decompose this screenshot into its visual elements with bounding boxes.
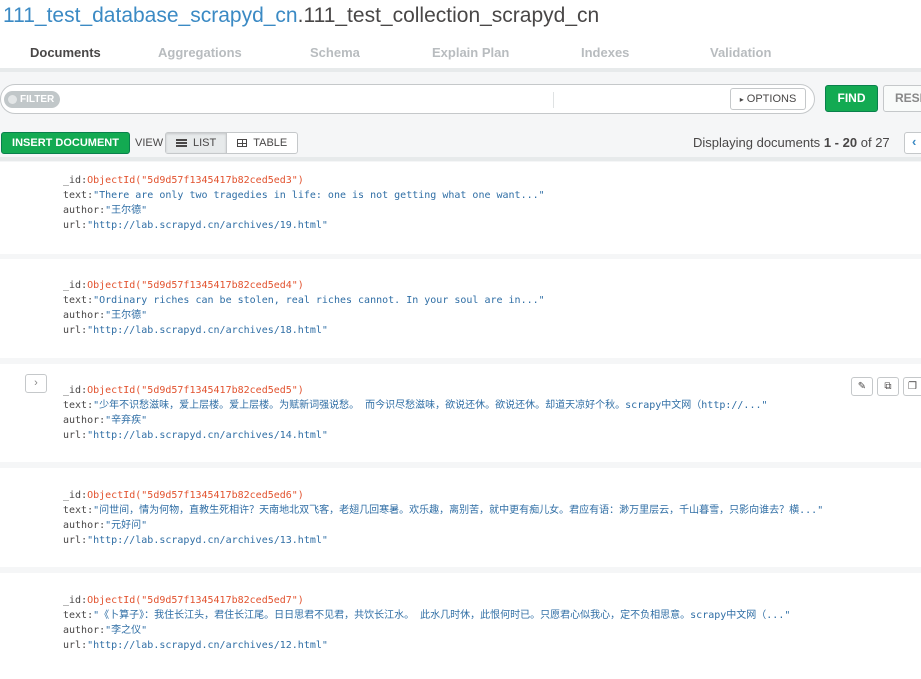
field-key-text: text: [63, 610, 88, 621]
field-key-text: text: [63, 400, 88, 411]
field-value-author: "元好问": [105, 520, 148, 531]
tab-schema[interactable]: Schema: [310, 45, 360, 60]
range-start: 1: [823, 135, 832, 150]
field-value-author: "辛弃疾": [105, 415, 148, 426]
field-value-author: "王尔德": [105, 205, 148, 216]
field-value-id: ObjectId("5d9d57f1345417b82ced5ed7"): [87, 595, 304, 606]
field-value-text: "《卜算子》：我住长江头，君住长江尾。日日思君不见君，共饮长江水。 此水几时休，…: [93, 610, 791, 621]
tab-explain-plan[interactable]: Explain Plan: [432, 45, 509, 60]
insert-document-button[interactable]: INSERT DOCUMENT: [1, 132, 130, 154]
clone-document-button[interactable]: ❐: [903, 377, 921, 396]
field-value-url: "http://lab.scrapyd.cn/archives/13.html": [87, 535, 328, 546]
documents-toolbar: INSERT DOCUMENT VIEW LIST TABLE Displayi…: [0, 129, 921, 157]
range-end: 20: [842, 135, 858, 150]
field-value-id: ObjectId("5d9d57f1345417b82ced5ed6"): [87, 490, 304, 501]
field-key-author: author: [63, 310, 100, 321]
tab-validation[interactable]: Validation: [710, 45, 771, 60]
field-value-author: "王尔德": [105, 310, 148, 321]
field-value-text: "There are only two tragedies in life: o…: [93, 190, 545, 201]
field-key-text: text: [63, 295, 88, 306]
field-key-url: url: [63, 640, 82, 651]
document-card[interactable]: _id:ObjectId("5d9d57f1345417b82ced5ed7")…: [0, 573, 921, 679]
namespace-title: 111_test_database_scrapyd_cn.111_test_co…: [3, 4, 599, 28]
options-button[interactable]: ▸ OPTIONS: [730, 88, 806, 110]
field-value-id: ObjectId("5d9d57f1345417b82ced5ed4"): [87, 280, 304, 291]
field-key-url: url: [63, 430, 82, 441]
total-count: 27: [875, 135, 890, 150]
filter-divider: [553, 92, 554, 108]
field-value-id: ObjectId("5d9d57f1345417b82ced5ed5"): [87, 385, 304, 396]
field-key-url: url: [63, 535, 82, 546]
display-prefix: Displaying documents: [693, 135, 821, 150]
field-value-text: "少年不识愁滋味，爱上层楼。爱上层楼。为赋新词强说愁。 而今识尽愁滋味，欲说还休…: [93, 400, 768, 411]
copy-icon: ⧉: [884, 381, 892, 392]
field-value-id: ObjectId("5d9d57f1345417b82ced5ed3"): [87, 175, 304, 186]
filter-badge: FILTER: [4, 91, 61, 108]
document-card[interactable]: _id:ObjectId("5d9d57f1345417b82ced5ed4")…: [0, 259, 921, 358]
copy-document-button[interactable]: ⧉: [877, 377, 899, 396]
field-key-url: url: [63, 220, 82, 231]
field-key-id: _id: [63, 595, 82, 606]
document-card[interactable]: _id:ObjectId("5d9d57f1345417b82ced5ed3")…: [0, 162, 921, 254]
tabs-divider: [0, 68, 921, 72]
toolbar-divider: [0, 157, 921, 161]
field-value-url: "http://lab.scrapyd.cn/archives/12.html": [87, 640, 328, 651]
pagination-status: Displaying documents 1 - 20 of 27: [693, 135, 890, 150]
field-key-id: _id: [63, 385, 82, 396]
tab-indexes[interactable]: Indexes: [581, 45, 629, 60]
view-label: VIEW: [135, 137, 164, 149]
reset-button[interactable]: RESET: [883, 85, 921, 112]
pencil-icon: ✎: [857, 381, 867, 392]
list-view-button[interactable]: LIST: [166, 133, 227, 153]
field-key-author: author: [63, 205, 100, 216]
collection-name: 111_test_collection_scrapyd_cn: [303, 4, 600, 27]
options-label: OPTIONS: [746, 93, 797, 105]
tab-aggregations[interactable]: Aggregations: [158, 45, 242, 60]
field-key-url: url: [63, 325, 82, 336]
table-icon: [237, 139, 248, 147]
tab-documents[interactable]: Documents: [30, 45, 101, 60]
document-card[interactable]: › _id:ObjectId("5d9d57f1345417b82ced5ed5…: [0, 364, 921, 462]
view-switcher: LIST TABLE: [165, 132, 299, 154]
range-separator: -: [834, 135, 840, 150]
filter-label: FILTER: [20, 94, 55, 105]
list-view-label: LIST: [193, 137, 217, 149]
collection-header: 111_test_database_scrapyd_cn.111_test_co…: [0, 0, 921, 72]
database-name[interactable]: 111_test_database_scrapyd_cn: [3, 4, 298, 27]
list-icon: [176, 139, 187, 147]
chevron-left-icon: ‹: [912, 134, 917, 149]
field-value-url: "http://lab.scrapyd.cn/archives/18.html": [87, 325, 328, 336]
field-value-author: "李之仪": [105, 625, 148, 636]
of-label: of: [860, 135, 872, 150]
field-key-author: author: [63, 625, 100, 636]
chevron-right-icon: ›: [34, 377, 38, 389]
field-key-text: text: [63, 190, 88, 201]
expand-document-button[interactable]: ›: [25, 374, 47, 393]
document-card[interactable]: _id:ObjectId("5d9d57f1345417b82ced5ed6")…: [0, 468, 921, 567]
caret-right-icon: ▸: [739, 95, 744, 104]
filter-bar[interactable]: FILTER ▸ OPTIONS: [0, 84, 815, 114]
field-key-text: text: [63, 505, 88, 516]
clone-icon: ❐: [908, 381, 917, 392]
field-value-text: "问世间，情为何物，直教生死相许？天南地北双飞客，老翅几回寒暑。欢乐趣，离别苦，…: [93, 505, 824, 516]
field-key-id: _id: [63, 175, 82, 186]
field-key-author: author: [63, 415, 100, 426]
field-key-id: _id: [63, 490, 82, 501]
field-key-author: author: [63, 520, 100, 531]
previous-page-button[interactable]: ‹: [904, 132, 921, 154]
table-view-button[interactable]: TABLE: [226, 133, 297, 153]
table-view-label: TABLE: [253, 137, 288, 149]
edit-document-button[interactable]: ✎: [851, 377, 873, 396]
find-button[interactable]: FIND: [825, 85, 878, 112]
field-value-url: "http://lab.scrapyd.cn/archives/14.html": [87, 430, 328, 441]
field-value-text: "Ordinary riches can be stolen, real ric…: [93, 295, 545, 306]
collection-tabs: Documents Aggregations Schema Explain Pl…: [0, 40, 921, 71]
field-key-id: _id: [63, 280, 82, 291]
filter-info-icon: [8, 95, 17, 104]
field-value-url: "http://lab.scrapyd.cn/archives/19.html": [87, 220, 328, 231]
